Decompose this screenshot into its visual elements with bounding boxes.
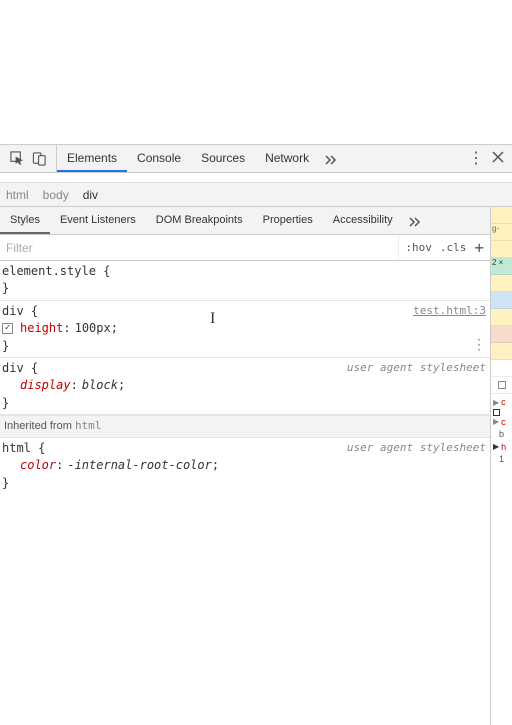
subtab-styles[interactable]: Styles	[0, 207, 50, 234]
rule-div-ua: user agent stylesheet div { display: blo…	[0, 358, 490, 415]
hov-toggle[interactable]: :hov	[405, 241, 432, 254]
close-brace: }	[2, 476, 9, 490]
inspect-icon[interactable]	[6, 148, 28, 170]
dom-tree-panel[interactable]	[0, 173, 512, 183]
tab-network[interactable]: Network	[255, 145, 319, 172]
gutter-swatch[interactable]	[491, 343, 512, 360]
selector-text: element.style	[2, 264, 96, 278]
toolbar-right: ⋮	[468, 151, 512, 167]
cls-toggle[interactable]: .cls	[440, 241, 467, 254]
tab-sources[interactable]: Sources	[191, 145, 255, 172]
subtab-dom-breakpoints[interactable]: DOM Breakpoints	[146, 207, 253, 234]
ua-stylesheet-label: user agent stylesheet	[347, 440, 486, 456]
style-rules: element.style { } test.html:3 div { ✓ he…	[0, 261, 490, 725]
gutter-swatch[interactable]	[491, 275, 512, 292]
rule-kebab-icon[interactable]: ⋮	[472, 335, 486, 355]
tab-elements[interactable]: Elements	[57, 145, 127, 172]
toolbar-icons	[0, 145, 57, 172]
selector-text: div	[2, 361, 24, 375]
gutter-spacer	[491, 360, 512, 377]
gutter-swatch[interactable]	[491, 207, 512, 224]
lower-panes: Styles Event Listeners DOM Breakpoints P…	[0, 207, 512, 725]
property-line: color: -internal-root-color;	[2, 457, 490, 474]
selector-text: div	[2, 304, 24, 318]
filter-row: :hov .cls +	[0, 235, 490, 261]
subtab-properties[interactable]: Properties	[253, 207, 323, 234]
new-style-rule-icon[interactable]: +	[474, 238, 484, 257]
gutter-swatch[interactable]: 2 ×	[491, 258, 512, 275]
text-caret	[210, 307, 211, 325]
gutter-spacer	[491, 377, 512, 394]
sub-tabs: Styles Event Listeners DOM Breakpoints P…	[0, 207, 490, 235]
devtools-toolbar: Elements Console Sources Network ⋮	[0, 145, 512, 173]
gutter-swatch[interactable]	[491, 292, 512, 309]
styles-pane: Styles Event Listeners DOM Breakpoints P…	[0, 207, 490, 725]
inherited-from-bar: Inherited from html	[0, 415, 490, 438]
prop-name[interactable]: height	[20, 320, 63, 337]
source-link[interactable]: test.html:3	[413, 303, 486, 319]
filter-tools: :hov .cls +	[398, 235, 490, 260]
gutter-swatch[interactable]	[491, 241, 512, 258]
close-brace: }	[2, 281, 9, 295]
breadcrumbs: html body div	[0, 183, 512, 207]
open-brace: {	[31, 361, 38, 375]
crumb-div[interactable]: div	[83, 188, 98, 202]
device-toggle-icon[interactable]	[28, 148, 50, 170]
gutter-swatch[interactable]	[491, 326, 512, 343]
rule-element-style[interactable]: element.style { }	[0, 261, 490, 301]
open-brace: {	[103, 264, 110, 278]
close-brace: }	[2, 339, 9, 353]
crumb-html[interactable]: html	[6, 188, 29, 202]
kebab-menu-icon[interactable]: ⋮	[468, 151, 484, 167]
selector-text: html	[2, 441, 31, 455]
prop-name: display	[20, 377, 71, 394]
prop-value[interactable]: 100px	[75, 320, 111, 337]
gutter-tree[interactable]: ▶c ▶c b ▶h 1	[491, 394, 512, 468]
prop-value: -internal-root-color	[67, 457, 212, 474]
property-line: display: block;	[2, 377, 490, 394]
open-brace: {	[31, 304, 38, 318]
main-tabs: Elements Console Sources Network	[57, 145, 341, 172]
property-line[interactable]: ✓ height: 100px;	[2, 320, 490, 337]
close-icon[interactable]	[492, 151, 504, 166]
gutter-swatch[interactable]: g-	[491, 224, 512, 241]
tabs-overflow-icon[interactable]	[319, 145, 341, 172]
subtab-event-listeners[interactable]: Event Listeners	[50, 207, 146, 234]
filter-input[interactable]	[0, 235, 398, 260]
gutter-checkbox-icon[interactable]	[498, 381, 506, 389]
prop-value: block	[82, 377, 118, 394]
tab-console[interactable]: Console	[127, 145, 191, 172]
close-brace: }	[2, 396, 9, 410]
gutter-swatch[interactable]	[491, 309, 512, 326]
subtabs-overflow-icon[interactable]	[403, 214, 425, 228]
ua-stylesheet-label: user agent stylesheet	[347, 360, 486, 376]
prop-name: color	[20, 457, 56, 474]
computed-gutter: g- 2 × ▶c ▶c b ▶h 1	[490, 207, 512, 725]
inherited-tag[interactable]: html	[75, 419, 102, 432]
box-icon	[493, 409, 500, 416]
crumb-body[interactable]: body	[43, 188, 69, 202]
open-brace: {	[38, 441, 45, 455]
subtab-accessibility[interactable]: Accessibility	[323, 207, 403, 234]
inherited-prefix: Inherited from	[4, 420, 72, 432]
prop-enable-checkbox[interactable]: ✓	[2, 323, 13, 334]
rule-html-ua: user agent stylesheet html { color: -int…	[0, 438, 490, 494]
rule-div-user[interactable]: test.html:3 div { ✓ height: 100px; } ⋮	[0, 301, 490, 358]
page-viewport	[0, 0, 512, 145]
